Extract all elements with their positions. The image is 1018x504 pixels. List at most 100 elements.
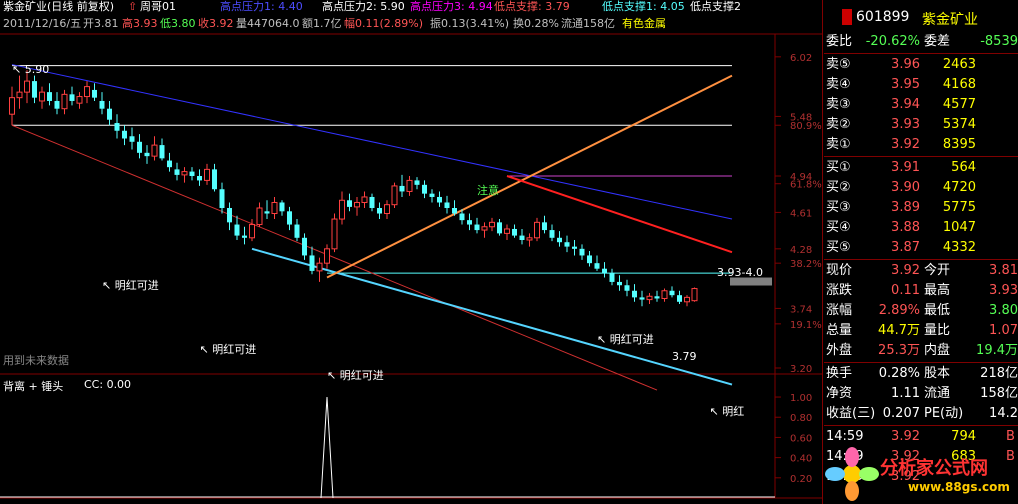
quote-value-2: 218亿 bbox=[980, 366, 1018, 381]
candle-body-1 bbox=[16, 91, 23, 99]
quote-panel-header: 601899 紫金矿业 bbox=[826, 6, 1006, 32]
ohlc-item-5: 量447064.0 bbox=[236, 17, 300, 30]
candle-body-89 bbox=[677, 295, 682, 302]
candle-body-4 bbox=[39, 91, 45, 102]
quote-label: 涨跌 bbox=[826, 283, 853, 298]
quote-value: 0.28% bbox=[878, 366, 920, 381]
quote-value: 25.3万 bbox=[878, 343, 920, 358]
flower-logo-icon bbox=[825, 447, 879, 501]
candle-body-13 bbox=[107, 108, 112, 120]
candle-body-33 bbox=[256, 207, 263, 226]
quote-volume: 564 bbox=[951, 160, 976, 175]
candle-body-19 bbox=[151, 144, 158, 157]
quote-label-2: 股本 bbox=[924, 366, 951, 381]
quote-label: 买⑤ bbox=[826, 240, 851, 255]
candle-body-75 bbox=[572, 246, 577, 249]
candle-body-63 bbox=[481, 226, 488, 231]
quote-label: 净资 bbox=[826, 386, 853, 401]
y-tick-label-5: 4.61 bbox=[790, 208, 812, 219]
candle-body-15 bbox=[122, 130, 127, 139]
candle-body-86 bbox=[654, 296, 660, 299]
candle-body-52 bbox=[399, 185, 405, 192]
candle-body-21 bbox=[167, 160, 172, 168]
y-tick-label-7: 38.2% bbox=[790, 259, 822, 270]
ohlc-item-2: 高3.93 bbox=[122, 17, 158, 30]
quote-label: 换手 bbox=[826, 366, 853, 381]
quote-label: 卖① bbox=[826, 137, 851, 152]
chart-annotation-3: ↖ 明红可进 bbox=[597, 333, 654, 347]
candle-body-29 bbox=[227, 208, 232, 223]
quote-separator-13 bbox=[824, 259, 1018, 260]
candle-body-81 bbox=[617, 281, 622, 286]
quote-row-10: 买③ 3.89 5775 bbox=[824, 198, 1018, 218]
ohlc-item-8: 振0.13(3.41%) bbox=[430, 17, 510, 30]
quote-price: 3.93 bbox=[891, 117, 920, 132]
candle-body-6 bbox=[54, 100, 60, 109]
candle-body-70 bbox=[534, 221, 540, 239]
quote-label-2: 最高 bbox=[924, 283, 951, 298]
quote-label: 卖③ bbox=[826, 97, 851, 112]
candle-body-22 bbox=[174, 169, 180, 175]
quote-price: 3.90 bbox=[891, 180, 920, 195]
candle-body-37 bbox=[287, 211, 292, 225]
quote-row-3: 卖④ 3.95 4168 bbox=[824, 75, 1018, 95]
quote-row-0: 委比 -20.62% 委差 -8539 bbox=[824, 32, 1018, 52]
y-tick-label-4: 61.8% bbox=[790, 180, 822, 191]
candle-body-61 bbox=[467, 220, 472, 225]
quote-label-2: 最低 bbox=[924, 303, 951, 318]
candle-body-46 bbox=[354, 201, 360, 208]
candle-body-39 bbox=[302, 237, 307, 256]
stock-title-name: 紫金矿业 bbox=[922, 12, 978, 28]
quote-label: 买③ bbox=[826, 200, 851, 215]
indicator-spike bbox=[320, 397, 334, 499]
candle-body-27 bbox=[212, 169, 217, 190]
quote-row-17: 总量 44.7万 量比 1.07 bbox=[824, 321, 1018, 341]
chart-annotation-1: ↖ 明红可进 bbox=[199, 343, 257, 357]
quote-value-2: 1.07 bbox=[989, 323, 1018, 338]
candle-body-5 bbox=[47, 92, 52, 101]
candle-body-7 bbox=[61, 93, 68, 110]
quote-row-12: 买⑤ 3.87 4332 bbox=[824, 238, 1018, 258]
candle-body-30 bbox=[234, 224, 240, 236]
candle-body-57 bbox=[437, 196, 442, 203]
quote-price: 3.92 bbox=[891, 137, 920, 152]
candle-body-65 bbox=[497, 222, 502, 234]
candle-body-85 bbox=[646, 295, 653, 301]
header-item-5: 低点支撑2 bbox=[690, 0, 741, 13]
ohlc-item-1: 开3.81 bbox=[83, 17, 119, 30]
candle-body-55 bbox=[422, 184, 427, 194]
candle-body-76 bbox=[579, 248, 585, 256]
candle-body-88 bbox=[669, 290, 675, 296]
candle-body-23 bbox=[181, 171, 188, 176]
header-item-4: 低点支撑1: 4.05 bbox=[602, 0, 685, 13]
candle-body-2 bbox=[24, 80, 30, 93]
quote-price: 3.87 bbox=[891, 240, 920, 255]
candle-body-35 bbox=[271, 201, 278, 215]
quote-label: 总量 bbox=[826, 323, 853, 338]
quote-row-22: 收益(三) 0.207 PE(动) 14.2 bbox=[824, 404, 1018, 424]
quote-volume: 4168 bbox=[942, 77, 976, 92]
candle-body-71 bbox=[542, 222, 547, 231]
candle-body-25 bbox=[197, 176, 202, 181]
candle-body-43 bbox=[331, 218, 338, 250]
y-tick-label-2: 80.9% bbox=[790, 121, 822, 132]
trendline-4 bbox=[506, 175, 733, 254]
y-tick-label-0: 6.02 bbox=[790, 53, 812, 64]
candle-body-14 bbox=[114, 123, 120, 131]
quote-volume: 4720 bbox=[942, 180, 976, 195]
candle-body-60 bbox=[459, 213, 465, 221]
quote-value: -20.62% bbox=[865, 34, 920, 49]
indicator-name[interactable]: 周哥01 bbox=[140, 0, 176, 14]
header-item-0: 高点压力1: 4.40 bbox=[220, 0, 303, 13]
quote-separator-1 bbox=[824, 53, 1018, 54]
watermark: 分析家公式网 www.88gs.com bbox=[822, 440, 1018, 504]
y-tick-label-10: 3.20 bbox=[790, 364, 812, 375]
quote-label: 卖② bbox=[826, 117, 851, 132]
candle-body-51 bbox=[391, 185, 398, 206]
candle-body-12 bbox=[99, 100, 105, 109]
candle-body-50 bbox=[384, 204, 390, 215]
up-arrow-icon: ⇧ bbox=[128, 0, 138, 13]
candle-body-91 bbox=[691, 288, 698, 302]
quote-label-2: 今开 bbox=[924, 263, 951, 278]
candle-body-32 bbox=[249, 224, 255, 239]
